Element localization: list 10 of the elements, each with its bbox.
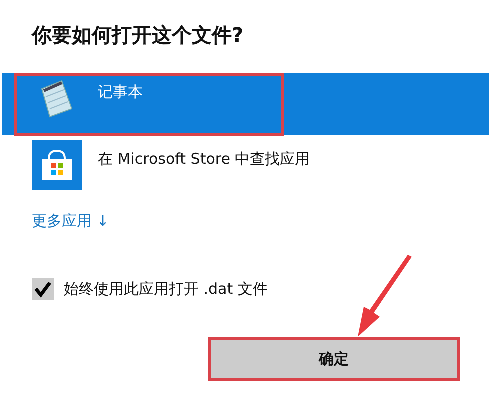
- app-item[interactable]: 在 Microsoft Store 中查找应用: [2, 140, 489, 192]
- app-item[interactable]: 记事本: [2, 73, 489, 135]
- app-name: 在 Microsoft Store 中查找应用: [98, 150, 310, 169]
- ok-button[interactable]: 确定: [210, 339, 458, 379]
- app-name: 记事本: [98, 83, 143, 102]
- more-apps-link[interactable]: 更多应用 ↓: [32, 212, 110, 231]
- store-icon: [32, 140, 82, 190]
- checkbox[interactable]: [32, 278, 54, 300]
- checkbox-label: 始终使用此应用打开 .dat 文件: [64, 280, 268, 298]
- dialog-title: 你要如何打开这个文件?: [32, 22, 244, 49]
